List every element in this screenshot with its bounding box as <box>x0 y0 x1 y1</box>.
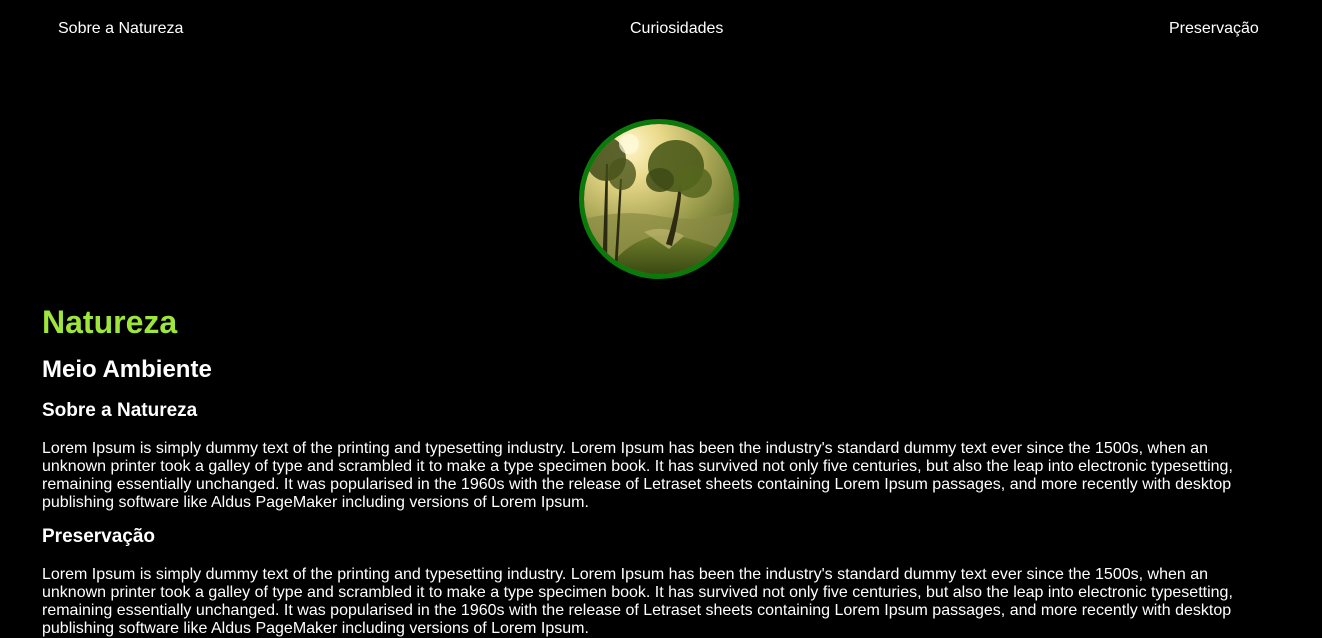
nature-landscape-image <box>584 124 734 274</box>
main-content: Natureza Meio Ambiente Sobre a Natureza … <box>42 300 1242 638</box>
hero-nature-image <box>579 119 739 279</box>
nav-link-sobre-a-natureza[interactable]: Sobre a Natureza <box>58 20 183 38</box>
page-title: Natureza <box>42 304 178 340</box>
section-heading: Preservação <box>42 526 156 547</box>
section-heading: Sobre a Natureza <box>42 400 198 421</box>
section-sobre-a-natureza: Sobre a Natureza Lorem Ipsum is simply d… <box>42 398 1242 512</box>
nav-link-preservacao[interactable]: Preservação <box>1169 20 1259 38</box>
top-navigation: Sobre a Natureza Curiosidades Preservaçã… <box>0 0 1322 58</box>
section-body: Lorem Ipsum is simply dummy text of the … <box>42 440 1233 511</box>
page-subtitle: Meio Ambiente <box>42 356 212 383</box>
section-body: Lorem Ipsum is simply dummy text of the … <box>42 566 1233 637</box>
nav-link-curiosidades[interactable]: Curiosidades <box>630 20 723 38</box>
section-preservacao: Preservação Lorem Ipsum is simply dummy … <box>42 524 1242 638</box>
